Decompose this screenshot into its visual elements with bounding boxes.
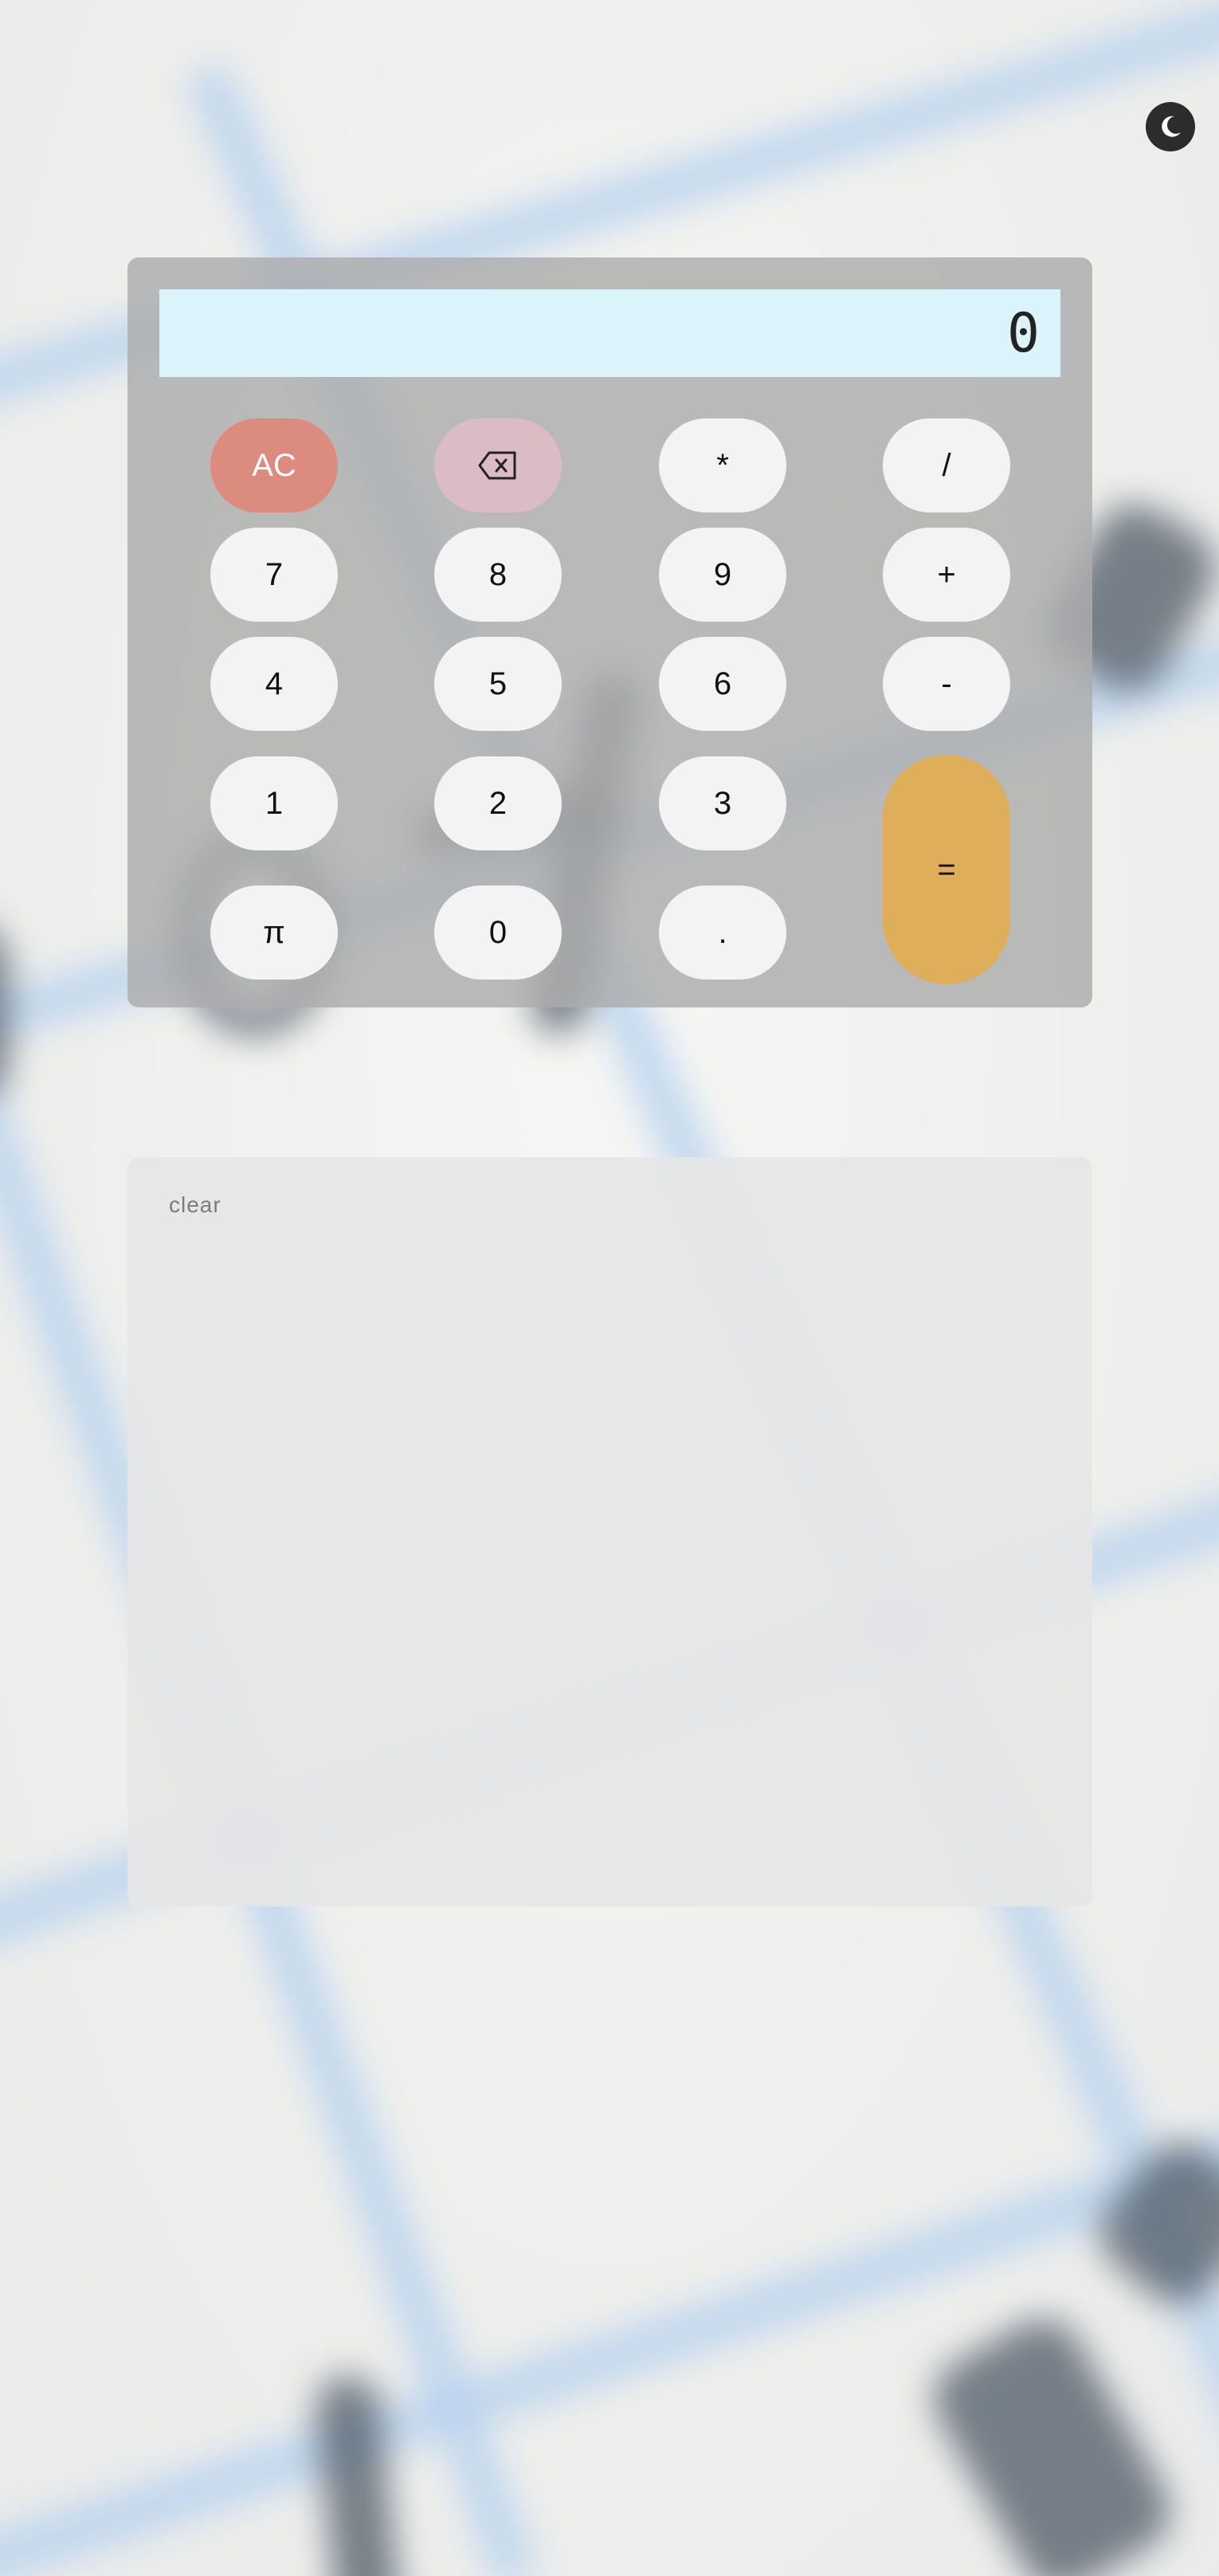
digit-4-button[interactable]: 4 — [210, 637, 338, 731]
multiply-button[interactable]: * — [659, 418, 786, 512]
history-panel: clear — [127, 1157, 1092, 1906]
digit-7-button[interactable]: 7 — [210, 528, 338, 622]
moon-icon — [1162, 116, 1181, 137]
theme-toggle-button[interactable] — [1146, 102, 1195, 151]
all-clear-button[interactable]: AC — [210, 418, 338, 512]
digit-1-button[interactable]: 1 — [210, 756, 338, 850]
plus-button[interactable]: + — [883, 528, 1010, 622]
digit-8-button[interactable]: 8 — [434, 528, 562, 622]
calculator-display: 0 — [159, 289, 1060, 377]
digit-9-button[interactable]: 9 — [659, 528, 786, 622]
divide-button[interactable]: / — [883, 418, 1010, 512]
digit-0-button[interactable]: 0 — [434, 886, 562, 980]
display-value: 0 — [1007, 301, 1040, 365]
digit-2-button[interactable]: 2 — [434, 756, 562, 850]
clear-history-button[interactable]: clear — [169, 1192, 221, 1218]
decimal-button[interactable]: . — [659, 886, 786, 980]
backspace-button[interactable] — [434, 418, 562, 512]
backspace-icon — [478, 451, 516, 480]
digit-6-button[interactable]: 6 — [659, 637, 786, 731]
digit-5-button[interactable]: 5 — [434, 637, 562, 731]
digit-3-button[interactable]: 3 — [659, 756, 786, 850]
calculator: 0 AC * / 7 8 9 + 4 5 6 - 1 2 3 = π 0 . — [127, 257, 1092, 1007]
equals-button[interactable]: = — [883, 755, 1010, 984]
minus-button[interactable]: - — [883, 637, 1010, 731]
pi-button[interactable]: π — [210, 886, 338, 980]
